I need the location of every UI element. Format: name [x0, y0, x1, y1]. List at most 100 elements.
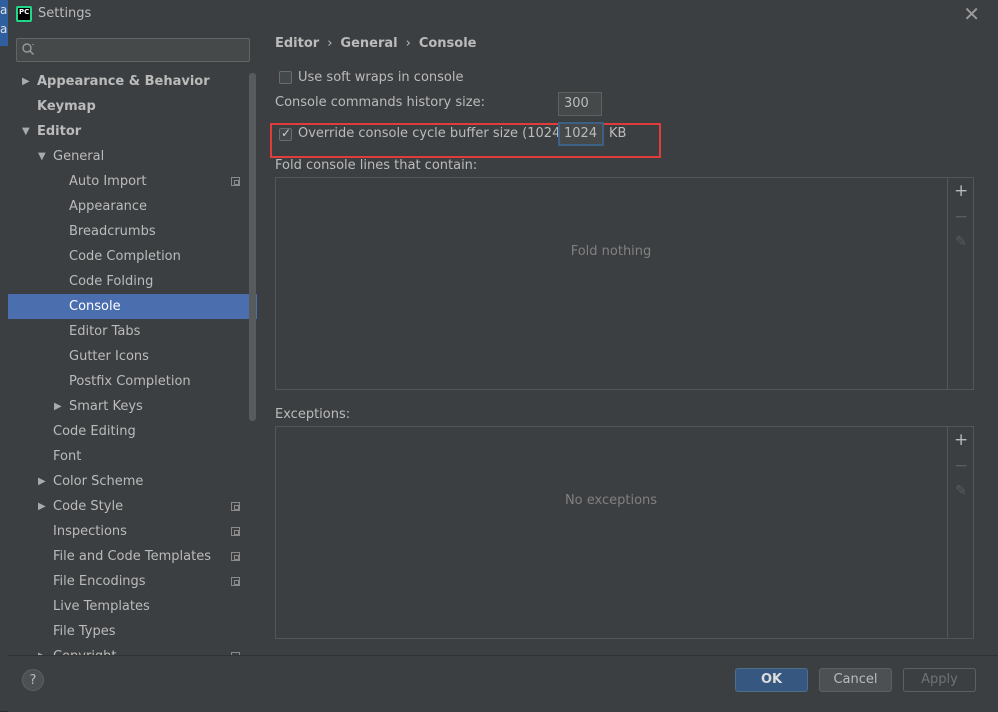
tree-item[interactable]: ▼ General	[8, 144, 257, 169]
project-level-icon	[231, 502, 240, 511]
tree-item-label: File and Code Templates	[53, 549, 211, 564]
tree-item[interactable]: ▶ Code Style	[8, 494, 257, 519]
tree-item-label: Appearance & Behavior	[37, 74, 210, 89]
tree-item-label: File Types	[53, 624, 116, 639]
tree-item[interactable]: File and Code Templates	[8, 544, 257, 569]
tree-item[interactable]: Editor Tabs	[8, 319, 257, 344]
edit-icon[interactable]: ✎	[954, 484, 968, 498]
tree-item[interactable]: Code Completion	[8, 244, 257, 269]
tree-item[interactable]: Live Templates	[8, 594, 257, 619]
tree-item[interactable]: File Encodings	[8, 569, 257, 594]
title-bar: PC Settings ✕	[8, 0, 998, 28]
project-level-icon	[231, 527, 240, 536]
tree-item[interactable]: Breadcrumbs	[8, 219, 257, 244]
tree-item-label: Breadcrumbs	[69, 224, 156, 239]
close-icon[interactable]: ✕	[963, 3, 980, 25]
tree-item[interactable]: Console	[8, 294, 257, 319]
override-buffer-label[interactable]: Override console cycle buffer size (1024…	[298, 126, 587, 141]
breadcrumb-general[interactable]: General	[340, 36, 397, 51]
tree-item-label: Appearance	[69, 199, 148, 214]
project-level-icon	[231, 552, 240, 561]
tree-item[interactable]: ▶ Copyright	[8, 644, 257, 655]
collapsed-arrow-icon[interactable]: ▶	[54, 394, 62, 419]
tree-item-label: General	[53, 149, 105, 164]
tree-item[interactable]: Code Editing	[8, 419, 257, 444]
collapsed-arrow-icon[interactable]: ▶	[22, 69, 30, 94]
fold-lines-list[interactable]: Fold nothing + − ✎	[275, 177, 974, 390]
soft-wraps-label[interactable]: Use soft wraps in console	[298, 70, 463, 85]
tree-item-label: Editor	[37, 124, 82, 139]
breadcrumb-editor[interactable]: Editor	[275, 36, 319, 51]
pycharm-logo-icon: PC	[16, 6, 32, 22]
tree-item-label: Code Style	[53, 499, 124, 514]
add-icon[interactable]: +	[954, 183, 968, 200]
buffer-size-input[interactable]: 1024	[558, 122, 604, 146]
override-buffer-checkbox[interactable]	[279, 126, 292, 141]
tree-item[interactable]: Code Folding	[8, 269, 257, 294]
tree-item[interactable]: File Types	[8, 619, 257, 644]
collapsed-arrow-icon[interactable]: ▶	[38, 469, 46, 494]
settings-dialog: PC Settings ✕ ▶ Appearance & Behavior Keym…	[8, 0, 998, 712]
collapsed-arrow-icon[interactable]: ▶	[38, 644, 46, 655]
tree-item-label: Editor Tabs	[69, 324, 141, 339]
soft-wraps-checkbox[interactable]	[279, 71, 292, 84]
project-level-icon	[231, 177, 240, 186]
fold-lines-empty-text: Fold nothing	[570, 244, 652, 259]
tree-item[interactable]: ▶ Smart Keys	[8, 394, 257, 419]
tree-item-label: Keymap	[37, 99, 96, 114]
tree-item[interactable]: Postfix Completion	[8, 369, 257, 394]
breadcrumb-console: Console	[418, 36, 477, 51]
breadcrumb: Editor › General › Console	[275, 36, 476, 51]
edit-icon[interactable]: ✎	[954, 235, 968, 249]
settings-search-input[interactable]	[16, 38, 250, 62]
ok-button[interactable]: OK	[735, 668, 808, 692]
settings-sidebar: ▶ Appearance & Behavior Keymap ▼ Editor ▼ Gene…	[8, 28, 258, 655]
tree-item[interactable]: Appearance	[8, 194, 257, 219]
tree-item[interactable]: ▶ Appearance & Behavior	[8, 69, 257, 94]
tree-item-label: Smart Keys	[69, 399, 143, 414]
tree-item[interactable]: Font	[8, 444, 257, 469]
tree-item-label: Postfix Completion	[69, 374, 191, 389]
history-size-label: Console commands history size:	[275, 95, 485, 110]
tree-item-label: Code Completion	[69, 249, 181, 264]
history-size-input[interactable]: 300	[558, 92, 602, 116]
tree-item[interactable]: Inspections	[8, 519, 257, 544]
dialog-footer: ? OK Cancel Apply	[8, 655, 998, 712]
remove-icon[interactable]: −	[954, 458, 968, 475]
expanded-arrow-icon[interactable]: ▼	[38, 144, 46, 169]
tree-item-label: Color Scheme	[53, 474, 144, 489]
tree-item-label: Auto Import	[69, 174, 147, 189]
help-button[interactable]: ?	[22, 669, 44, 691]
breadcrumb-separator: ›	[327, 36, 333, 51]
search-icon	[22, 43, 34, 55]
tree-item-label: Code Editing	[53, 424, 136, 439]
tree-item-label: Inspections	[53, 524, 127, 539]
tree-item[interactable]: ▼ Editor	[8, 119, 257, 144]
exceptions-list-toolbar: + − ✎	[947, 427, 973, 638]
exceptions-list[interactable]: No exceptions + − ✎	[275, 426, 974, 639]
tree-item-label: File Encodings	[53, 574, 146, 589]
collapsed-arrow-icon[interactable]: ▶	[38, 494, 46, 519]
exceptions-label: Exceptions:	[275, 407, 351, 422]
project-level-icon	[231, 577, 240, 586]
fold-list-toolbar: + − ✎	[947, 178, 973, 389]
tree-item-label: Font	[53, 449, 82, 464]
background-window-strip: ab ar	[0, 0, 15, 711]
tree-item[interactable]: Gutter Icons	[8, 344, 257, 369]
sidebar-scrollbar-thumb[interactable]	[249, 73, 256, 421]
expanded-arrow-icon[interactable]: ▼	[22, 119, 30, 144]
apply-button[interactable]: Apply	[903, 668, 976, 692]
window-title: Settings	[38, 6, 92, 21]
settings-content: Editor › General › Console Use soft wraps in…	[258, 28, 998, 655]
tree-item-label: Console	[69, 299, 121, 314]
tree-item[interactable]: Auto Import	[8, 169, 257, 194]
remove-icon[interactable]: −	[954, 209, 968, 226]
buffer-unit-label: KB	[609, 126, 627, 141]
add-icon[interactable]: +	[954, 432, 968, 449]
tree-item-label: Gutter Icons	[69, 349, 149, 364]
tree-item[interactable]: ▶ Color Scheme	[8, 469, 257, 494]
cancel-button[interactable]: Cancel	[819, 668, 892, 692]
breadcrumb-separator: ›	[405, 36, 411, 51]
exceptions-empty-text: No exceptions	[564, 493, 658, 508]
tree-item[interactable]: Keymap	[8, 94, 257, 119]
